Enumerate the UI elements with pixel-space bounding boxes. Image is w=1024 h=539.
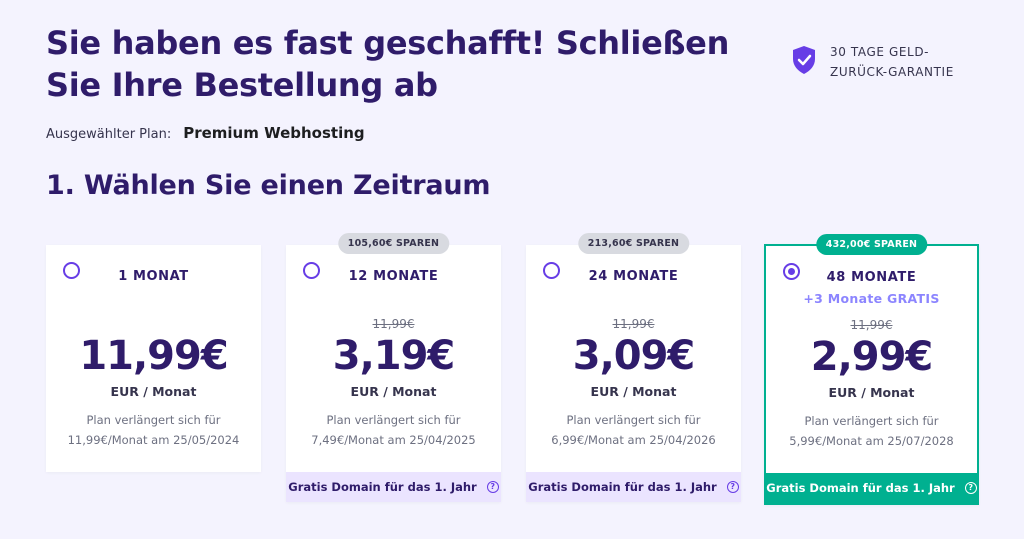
period-card-48-months[interactable]: 432,00€ SPAREN 48 MONATE +3 Monate GRATI…: [764, 234, 979, 505]
price-unit: EUR / Monat: [350, 384, 437, 399]
period-section-title: 1. Wählen Sie einen Zeitraum: [46, 170, 491, 201]
renewal-info: Plan verlängert sich für 11,99€/Monat am…: [46, 410, 261, 450]
price: 3,09€: [572, 333, 696, 379]
free-domain-text: Gratis Domain für das 1. Jahr: [528, 480, 717, 494]
old-price: 11,99€: [372, 317, 415, 331]
price: 2,99€: [810, 334, 934, 380]
period-label: 1 MONAT: [118, 269, 189, 284]
price: 11,99€: [79, 333, 228, 379]
period-card-1-month[interactable]: 1 MONAT 11,99€ EUR / Monat Plan verlänge…: [46, 245, 261, 472]
period-label: 24 MONATE: [588, 269, 679, 284]
money-back-guarantee: 30 TAGE GELD- ZURÜCK-GARANTIE: [792, 42, 970, 82]
free-domain-bar: Gratis Domain für das 1. Jahr ?: [286, 472, 501, 502]
free-domain-text: Gratis Domain für das 1. Jahr: [766, 481, 955, 495]
renewal-line-2: 6,99€/Monat am 25/04/2026: [551, 433, 716, 447]
renewal-line-2: 5,99€/Monat am 25/07/2028: [789, 434, 954, 448]
renewal-line-1: Plan verlängert sich für: [804, 414, 939, 428]
bonus-months: +3 Monate GRATIS: [803, 291, 940, 306]
period-label: 48 MONATE: [826, 270, 917, 285]
page-title: Sie haben es fast geschafft! Schließen S…: [46, 24, 730, 104]
free-domain-text: Gratis Domain für das 1. Jahr: [288, 480, 477, 494]
period-card-24-months[interactable]: 213,60€ SPAREN 24 MONATE 11,99€ 3,09€ EU…: [526, 233, 741, 502]
period-label: 12 MONATE: [348, 269, 439, 284]
free-domain-bar: Gratis Domain für das 1. Jahr ?: [766, 473, 977, 503]
renewal-info: Plan verlängert sich für 6,99€/Monat am …: [526, 410, 741, 450]
price-unit: EUR / Monat: [110, 384, 197, 399]
renewal-line-1: Plan verlängert sich für: [86, 413, 221, 427]
selected-plan-label: Ausgewählter Plan:: [46, 127, 172, 142]
renewal-info: Plan verlängert sich für 5,99€/Monat am …: [766, 411, 977, 451]
price: 3,19€: [332, 333, 456, 379]
selected-plan: Ausgewählter Plan: Premium Webhosting: [46, 124, 365, 142]
renewal-line-2: 7,49€/Monat am 25/04/2025: [311, 433, 476, 447]
guarantee-line-1: 30 TAGE GELD-: [830, 45, 930, 59]
renewal-line-2: 11,99€/Monat am 25/05/2024: [67, 433, 240, 447]
price-unit: EUR / Monat: [590, 384, 677, 399]
guarantee-line-2: ZURÜCK-GARANTIE: [830, 65, 954, 79]
free-domain-bar: Gratis Domain für das 1. Jahr ?: [526, 472, 741, 502]
old-price: 11,99€: [612, 317, 655, 331]
guarantee-text: 30 TAGE GELD- ZURÜCK-GARANTIE: [830, 42, 970, 82]
renewal-line-1: Plan verlängert sich für: [566, 413, 701, 427]
question-circle-icon[interactable]: ?: [726, 481, 739, 493]
old-price: 11,99€: [850, 318, 893, 332]
price-unit: EUR / Monat: [828, 385, 915, 400]
question-circle-icon[interactable]: ?: [486, 481, 499, 493]
renewal-line-1: Plan verlängert sich für: [326, 413, 461, 427]
renewal-info: Plan verlängert sich für 7,49€/Monat am …: [286, 410, 501, 450]
period-card-12-months[interactable]: 105,60€ SPAREN 12 MONATE 11,99€ 3,19€ EU…: [286, 233, 501, 502]
selected-plan-name: Premium Webhosting: [183, 124, 365, 142]
question-circle-icon[interactable]: ?: [964, 482, 977, 494]
shield-check-icon: [793, 46, 815, 74]
